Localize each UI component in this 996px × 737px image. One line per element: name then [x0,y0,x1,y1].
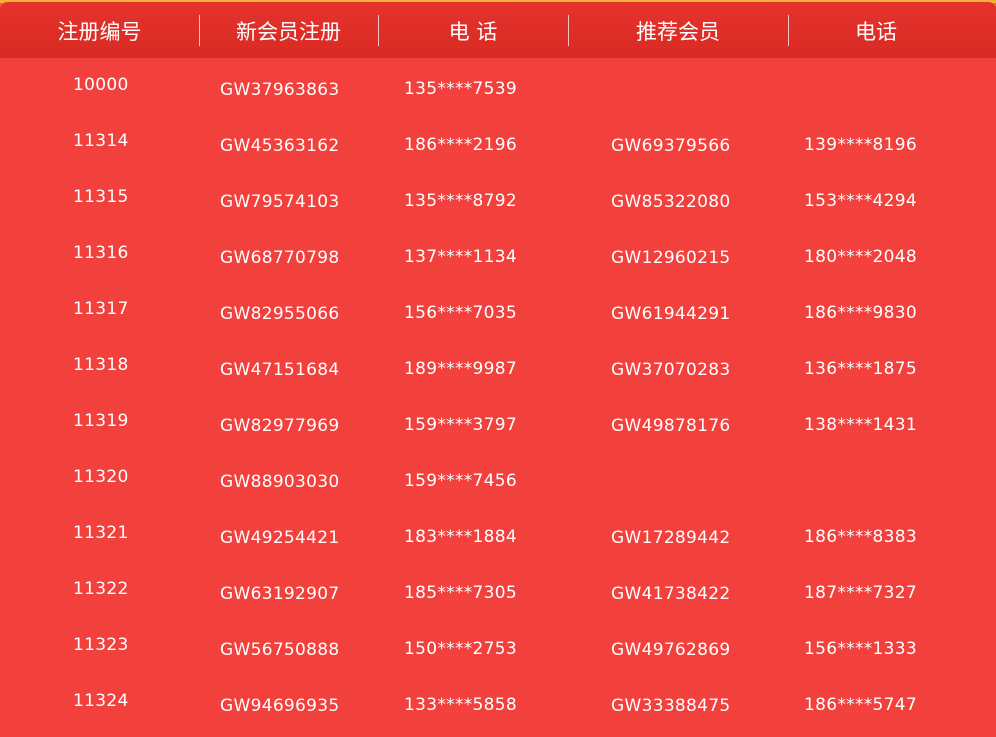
referrer-id: GW41738422 [611,584,731,604]
table-row: 11315 GW79574103 135****8792 GW85322080 … [0,170,996,226]
table-row: 11324 GW94696935 133****5858 GW33388475 … [0,674,996,730]
table-header: 注册编号 新会员注册 电 话 推荐会员 电话 [0,0,996,58]
referrer-phone: 180****2048 [804,247,918,267]
member-phone: 133****5858 [404,695,518,715]
registration-id: 11315 [73,187,129,207]
registration-id: 11320 [73,467,129,487]
referrer-id: GW33388475 [611,696,731,716]
header-referrer-phone: 电话 [855,20,897,44]
member-phone: 185****7305 [404,583,518,603]
referrer-id: GW12960215 [611,248,731,268]
referrer-phone: 156****1333 [804,639,918,659]
referrer-phone: 186****8383 [804,527,918,547]
member-phone: 156****7035 [404,303,518,323]
new-member-id: GW79574103 [220,192,340,212]
registration-id: 11321 [73,523,129,543]
table-row: 11322 GW63192907 185****7305 GW41738422 … [0,562,996,618]
new-member-id: GW94696935 [220,696,340,716]
referrer-id: GW17289442 [611,528,731,548]
table-row: 11320 GW88903030 159****7456 [0,450,996,506]
member-phone: 186****2196 [404,135,518,155]
referrer-id: GW61944291 [611,304,731,324]
member-phone: 150****2753 [404,639,518,659]
member-phone: 135****7539 [404,79,518,99]
header-new-member: 新会员注册 [236,20,341,44]
member-phone: 189****9987 [404,359,518,379]
new-member-id: GW88903030 [220,472,340,492]
member-phone: 137****1134 [404,247,518,267]
header-referrer: 推荐会员 [636,20,720,44]
registration-id: 11319 [73,411,129,431]
referrer-id: GW49762869 [611,640,731,660]
registration-id: 11314 [73,131,129,151]
new-member-id: GW68770798 [220,248,340,268]
referrer-id: GW49878176 [611,416,731,436]
new-member-id: GW49254421 [220,528,340,548]
referrer-phone: 186****9830 [804,303,918,323]
table-row: 10000 GW37963863 135****7539 [0,58,996,114]
registration-id: 10000 [73,75,129,95]
new-member-id: GW82977969 [220,416,340,436]
member-phone: 135****8792 [404,191,518,211]
table-row: 11314 GW45363162 186****2196 GW69379566 … [0,114,996,170]
member-phone: 159****3797 [404,415,518,435]
new-member-id: GW47151684 [220,360,340,380]
new-member-id: GW37963863 [220,80,340,100]
registration-id: 11317 [73,299,129,319]
referrer-id: GW85322080 [611,192,731,212]
new-member-id: GW82955066 [220,304,340,324]
referrer-phone: 186****5747 [804,695,918,715]
new-member-id: GW63192907 [220,584,340,604]
referrer-phone: 153****4294 [804,191,918,211]
registration-id: 11316 [73,243,129,263]
table-row: 11316 GW68770798 137****1134 GW12960215 … [0,226,996,282]
referrer-id: GW69379566 [611,136,731,156]
referrer-phone: 138****1431 [804,415,918,435]
new-member-id: GW45363162 [220,136,340,156]
referrer-phone: 136****1875 [804,359,918,379]
referrer-phone: 139****8196 [804,135,918,155]
new-member-id: GW56750888 [220,640,340,660]
registration-id: 11318 [73,355,129,375]
table-row: 11321 GW49254421 183****1884 GW17289442 … [0,506,996,562]
table-row: 11323 GW56750888 150****2753 GW49762869 … [0,618,996,674]
member-phone: 183****1884 [404,527,518,547]
table-row: 11318 GW47151684 189****9987 GW37070283 … [0,338,996,394]
table-row: 11317 GW82955066 156****7035 GW61944291 … [0,282,996,338]
header-registration-id: 注册编号 [57,20,142,44]
registration-id: 11323 [73,635,129,655]
referrer-phone: 187****7327 [804,583,918,603]
registration-id: 11324 [73,691,129,711]
referrer-id: GW37070283 [611,360,731,380]
header-phone: 电 话 [448,20,498,44]
registration-id: 11322 [73,579,129,599]
member-phone: 159****7456 [404,471,518,491]
table-row: 11319 GW82977969 159****3797 GW49878176 … [0,394,996,450]
